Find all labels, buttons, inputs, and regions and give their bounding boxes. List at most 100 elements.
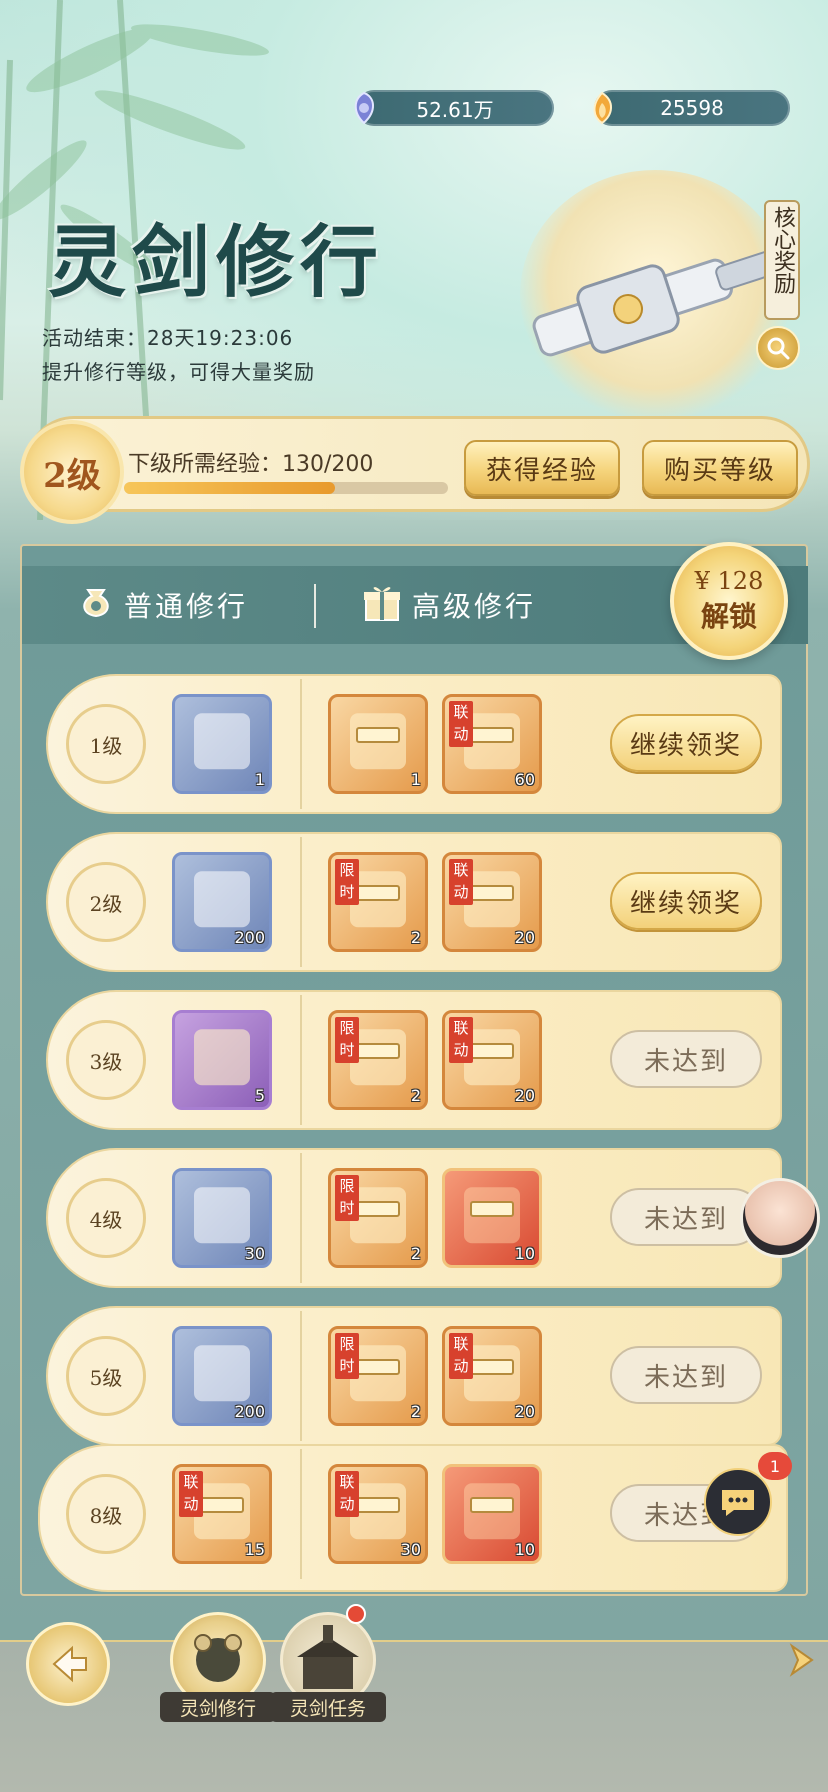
- tab-advanced-label: 高级修行: [412, 590, 537, 623]
- row-divider: [300, 995, 302, 1125]
- item-tag: 限时: [335, 1175, 359, 1221]
- premium-reward-item[interactable]: 1: [328, 694, 428, 794]
- sword-item-icon: [532, 250, 779, 357]
- tab-normal-track[interactable]: 普通修行: [76, 580, 248, 630]
- bottom-nav-bar: [0, 1640, 828, 1792]
- row-level-label: 1级: [66, 704, 146, 784]
- free-reward-item[interactable]: 30: [172, 1168, 272, 1268]
- item-count: 1: [410, 770, 421, 789]
- item-shelf: [356, 1201, 400, 1217]
- page-title: 灵剑修行: [48, 217, 385, 308]
- row-level-label: 3级: [66, 1020, 146, 1100]
- back-arrow-icon: [52, 1645, 87, 1683]
- item-tag: 限时: [335, 1333, 359, 1379]
- buy-level-button[interactable]: 购买等级: [642, 440, 798, 496]
- premium-reward-item[interactable]: 限时 2: [328, 852, 428, 952]
- claim-reward-button[interactable]: 继续领奖: [610, 714, 762, 772]
- premium-reward-item[interactable]: 限时 2: [328, 1326, 428, 1426]
- item-tag: 限时: [335, 859, 359, 905]
- gold-flame-icon: [584, 88, 620, 128]
- currency-gold-value: 25598: [660, 96, 724, 120]
- chat-bubble-icon: [722, 1490, 754, 1516]
- premium-reward-item[interactable]: 联动 20: [442, 852, 542, 952]
- item-count: 30: [400, 1540, 421, 1559]
- item-count: 20: [514, 1086, 535, 1105]
- item-count: 5: [254, 1086, 265, 1105]
- reward-item-icon: [194, 1187, 250, 1244]
- nav-tab-sword-tasks[interactable]: 灵剑任务: [270, 1612, 386, 1722]
- locked-reward-button[interactable]: 未达到: [610, 1346, 762, 1404]
- row-divider: [300, 1311, 302, 1441]
- claim-reward-button[interactable]: 继续领奖: [610, 872, 762, 930]
- item-tag: 限时: [335, 1017, 359, 1063]
- tab-divider: [314, 584, 316, 628]
- row-level-label: 5级: [66, 1336, 146, 1416]
- nav-label-sword-tasks: 灵剑任务: [270, 1692, 386, 1722]
- premium-reward-item[interactable]: 限时 2: [328, 1010, 428, 1110]
- premium-reward-item[interactable]: 联动 20: [442, 1010, 542, 1110]
- tab-normal-label: 普通修行: [124, 590, 249, 623]
- locked-reward-button[interactable]: 未达到: [610, 1030, 762, 1088]
- free-reward-item[interactable]: 联动 15: [172, 1464, 272, 1564]
- back-button[interactable]: [26, 1622, 110, 1706]
- item-tag: 联动: [449, 701, 473, 747]
- nav-tab-sword-training[interactable]: 灵剑修行: [160, 1612, 276, 1722]
- item-count: 30: [244, 1244, 265, 1263]
- character-avatar[interactable]: [740, 1178, 820, 1258]
- chat-unread-badge: 1: [758, 1452, 792, 1480]
- unlock-advanced-button[interactable]: ¥ 128 解锁: [670, 542, 788, 660]
- item-shelf: [470, 1043, 514, 1059]
- item-shelf: [470, 885, 514, 901]
- event-end-time: 活动结束：28天19:23:06: [42, 326, 294, 350]
- item-count: 60: [514, 770, 535, 789]
- magnify-icon[interactable]: [756, 326, 800, 370]
- free-reward-item[interactable]: 200: [172, 1326, 272, 1426]
- premium-reward-item[interactable]: 联动 20: [442, 1326, 542, 1426]
- premium-reward-item[interactable]: 限时 2: [328, 1168, 428, 1268]
- reward-item-icon: [194, 1029, 250, 1086]
- exp-label: 下级所需经验：130/200: [128, 452, 374, 477]
- premium-reward-item[interactable]: 10: [442, 1464, 542, 1564]
- row-level-label: 2级: [66, 862, 146, 942]
- unlock-label: 解锁: [700, 600, 757, 633]
- free-reward-item[interactable]: 5: [172, 1010, 272, 1110]
- jade-gem-icon: [346, 88, 382, 128]
- notification-dot: [346, 1604, 366, 1624]
- premium-reward-item[interactable]: 联动 60: [442, 694, 542, 794]
- row-divider: [300, 1449, 302, 1579]
- row-divider: [300, 837, 302, 967]
- event-description: 提升修行等级，可得大量奖励: [42, 360, 315, 384]
- item-count: 10: [514, 1244, 535, 1263]
- item-shelf: [356, 1359, 400, 1375]
- row-divider: [300, 679, 302, 809]
- next-arrow-icon[interactable]: [782, 1640, 822, 1680]
- exp-track: [124, 482, 448, 494]
- get-exp-button[interactable]: 获得经验: [464, 440, 620, 496]
- core-reward-label: 核心奖励: [764, 200, 800, 320]
- item-shelf: [470, 727, 514, 743]
- item-shelf: [470, 1201, 514, 1217]
- currency-jade[interactable]: 52.61万: [354, 90, 554, 126]
- item-shelf: [470, 1497, 514, 1513]
- free-reward-item[interactable]: 200: [172, 852, 272, 952]
- money-bag-icon: [76, 582, 116, 629]
- item-tag: 联动: [335, 1471, 359, 1517]
- tab-advanced-track[interactable]: 高级修行: [360, 580, 536, 630]
- item-count: 10: [514, 1540, 535, 1559]
- item-count: 15: [244, 1540, 265, 1559]
- item-count: 20: [514, 928, 535, 947]
- free-reward-item[interactable]: 1: [172, 694, 272, 794]
- premium-reward-item[interactable]: 联动 30: [328, 1464, 428, 1564]
- row-level-label: 4级: [66, 1178, 146, 1258]
- item-count: 2: [410, 1402, 421, 1421]
- item-count: 1: [254, 770, 265, 789]
- currency-gold[interactable]: 25598: [593, 90, 790, 126]
- item-tag: 联动: [449, 1017, 473, 1063]
- reward-item-icon: [194, 713, 250, 770]
- currency-jade-value: 52.61万: [416, 97, 494, 122]
- item-count: 200: [234, 1402, 265, 1421]
- core-reward-preview[interactable]: [520, 170, 790, 420]
- chat-button[interactable]: [704, 1468, 772, 1536]
- nav-label-sword-training: 灵剑修行: [160, 1692, 276, 1722]
- premium-reward-item[interactable]: 10: [442, 1168, 542, 1268]
